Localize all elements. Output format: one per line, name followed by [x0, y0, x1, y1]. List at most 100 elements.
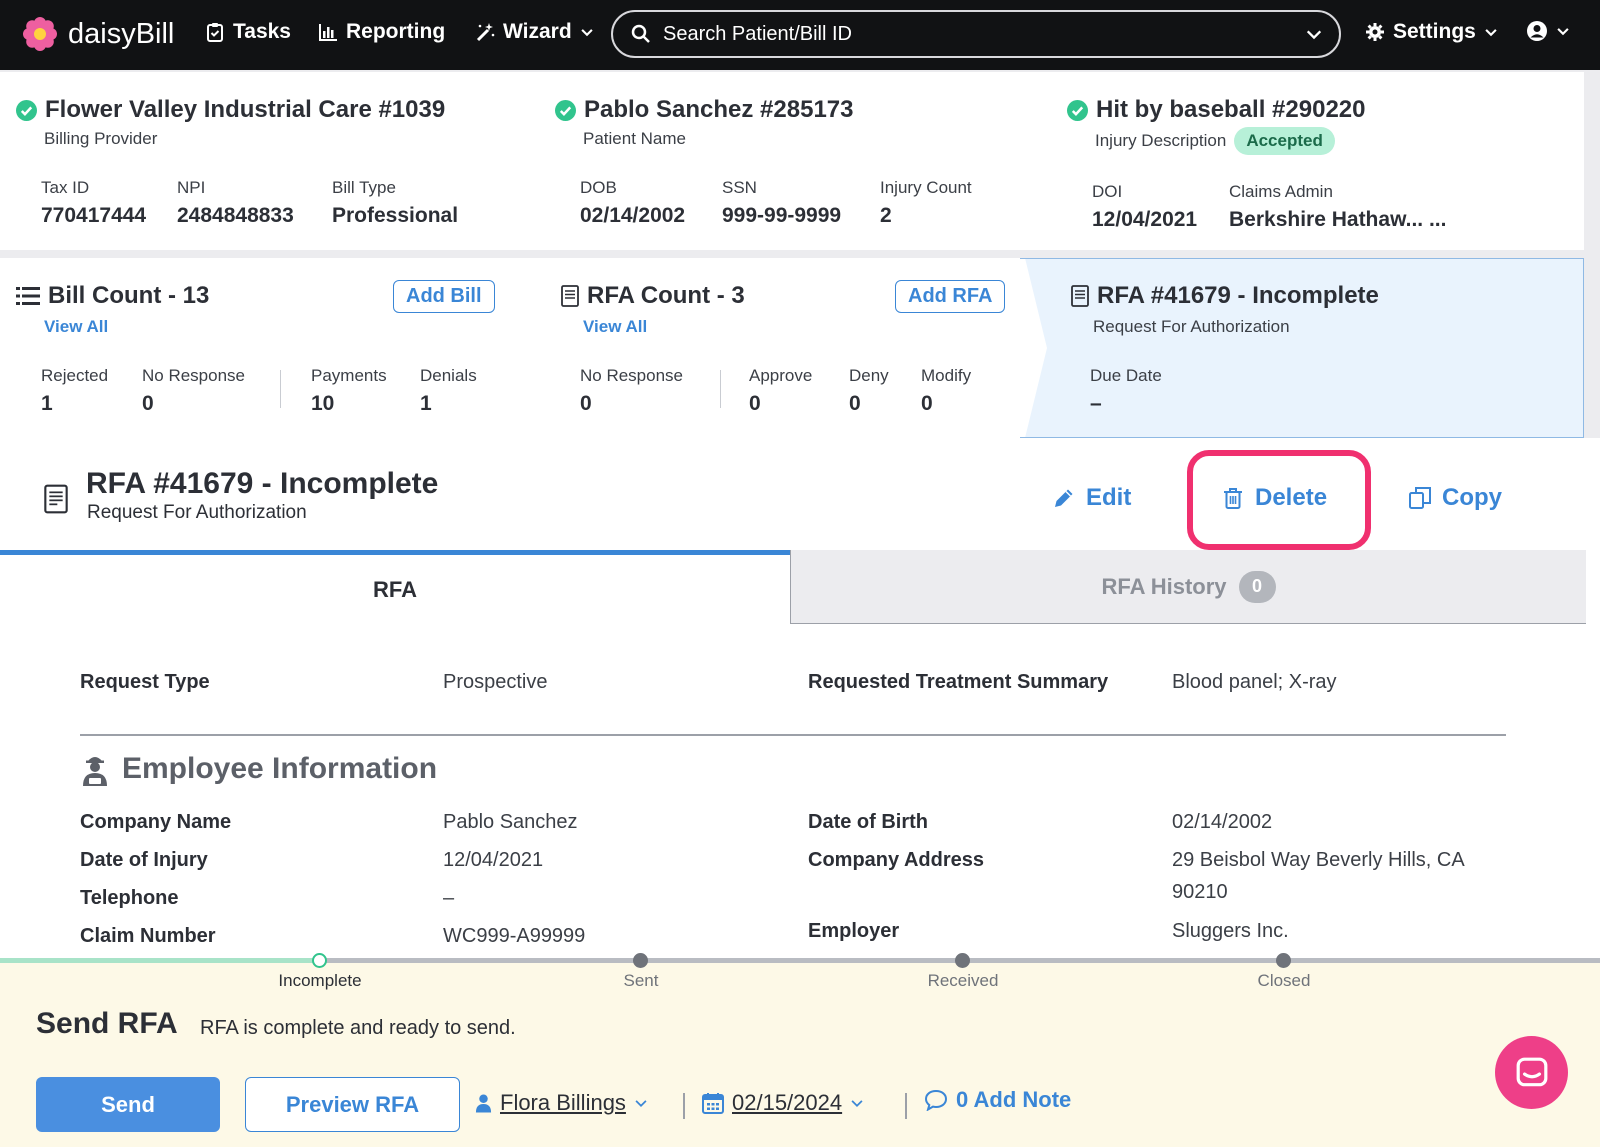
edit-label: Edit	[1086, 484, 1132, 511]
speech-bubble-icon	[924, 1089, 948, 1111]
brand-logo[interactable]: daisyBill	[22, 16, 174, 52]
dob-value: 02/14/2002	[580, 204, 686, 227]
rejected-label: Rejected	[41, 366, 109, 385]
add-bill-button[interactable]: Add Bill	[393, 280, 495, 313]
doi-label: DOI	[1092, 182, 1123, 201]
injury-count-label: Injury Count	[880, 178, 972, 197]
treatment-summary-value: Blood panel; X-ray	[1172, 671, 1337, 693]
nav-wizard[interactable]: Wizard	[475, 20, 594, 44]
modify-label: Modify	[921, 366, 972, 385]
company-address-line1: 29 Beisbol Way Beverly Hills, CA	[1172, 849, 1465, 871]
due-date-value: –	[1090, 392, 1102, 415]
rfa-document-icon	[1071, 285, 1089, 307]
divider	[720, 370, 721, 408]
send-panel	[0, 960, 1600, 1147]
rfa-count-card: RFA Count - 3 Add RFA View All No Respon…	[515, 258, 1055, 438]
user-menu[interactable]	[1526, 20, 1570, 42]
tax-id-label: Tax ID	[41, 178, 90, 197]
add-note-link[interactable]: 0 Add Note	[924, 1087, 1071, 1113]
chevron-down-icon[interactable]	[1305, 25, 1323, 43]
company-name-value: Pablo Sanchez	[443, 811, 578, 833]
assignee-dropdown[interactable]: Flora Billings	[475, 1090, 648, 1116]
tab-rfa[interactable]: RFA	[0, 550, 790, 624]
copy-button[interactable]: Copy	[1408, 484, 1502, 512]
telephone-value: –	[443, 887, 455, 909]
request-type-value: Prospective	[443, 671, 548, 693]
calendar-icon	[702, 1093, 724, 1114]
chevron-down-icon	[851, 1100, 863, 1108]
user-avatar-icon	[1527, 21, 1547, 41]
due-date-label: Due Date	[1090, 366, 1162, 385]
patient-card[interactable]: Pablo Sanchez #285173 Patient Name DOB 0…	[515, 72, 1055, 250]
provider-card[interactable]: Flower Valley Industrial Care #1039 Bill…	[0, 72, 545, 250]
injury-subtitle: Injury Description Accepted	[1095, 127, 1335, 155]
patient-title: Pablo Sanchez #285173	[555, 96, 853, 124]
delete-button[interactable]: Delete	[1221, 484, 1327, 512]
nav-wizard-label: Wizard	[503, 20, 572, 43]
nav-tasks-label: Tasks	[233, 20, 291, 43]
provider-subtitle: Billing Provider	[44, 129, 158, 148]
current-rfa-card[interactable]: RFA #41679 - Incomplete Request For Auth…	[1025, 258, 1584, 438]
check-circle-icon	[555, 100, 576, 121]
nav-tasks[interactable]: Tasks	[205, 20, 291, 44]
tax-id-value: 770417444	[41, 204, 147, 227]
edit-button[interactable]: Edit	[1052, 484, 1131, 512]
bills-view-all-link[interactable]: View All	[44, 317, 108, 337]
top-nav: daisyBill Tasks Reporting Wizard Setting…	[0, 0, 1600, 70]
send-button[interactable]: Send	[36, 1077, 220, 1132]
tab-rfa-history[interactable]: RFA History 0	[790, 550, 1586, 624]
claim-number-label: Claim Number	[80, 925, 216, 947]
daisy-logo-icon	[23, 17, 57, 51]
dob-label: DOB	[580, 178, 617, 197]
rfa-document-icon	[561, 285, 579, 307]
no-response-value: 0	[142, 392, 154, 415]
nav-settings[interactable]: Settings	[1365, 20, 1498, 44]
gear-icon	[1366, 23, 1384, 41]
no-response-label: No Response	[142, 366, 246, 385]
list-icon	[16, 286, 40, 306]
telephone-label: Telephone	[80, 887, 179, 909]
rfa-no-response-label: No Response	[580, 366, 684, 385]
ssn-value: 999-99-9999	[722, 204, 842, 227]
rfas-view-all-link[interactable]: View All	[583, 317, 647, 337]
chat-launcher-button[interactable]	[1495, 1036, 1568, 1109]
chevron-down-icon	[1485, 29, 1497, 37]
chevron-down-icon	[1557, 28, 1569, 36]
patient-subtitle: Patient Name	[583, 129, 686, 148]
payments-label: Payments	[311, 366, 387, 385]
employee-section-label: Employee Information	[122, 752, 438, 785]
copy-icon	[1409, 487, 1431, 509]
provider-title: Flower Valley Industrial Care #1039	[16, 96, 445, 124]
nav-reporting[interactable]: Reporting	[318, 20, 445, 44]
payments-value: 10	[311, 392, 335, 415]
step-incomplete-dot	[312, 953, 327, 968]
search-input[interactable]	[663, 22, 1293, 46]
step-closed-dot	[1276, 953, 1291, 968]
claim-number-value: WC999-A99999	[443, 925, 586, 947]
injury-card[interactable]: Hit by baseball #290220 Injury Descripti…	[1025, 72, 1584, 250]
injury-subtitle-text: Injury Description	[1095, 131, 1227, 150]
date-of-birth-value: 02/14/2002	[1172, 811, 1273, 833]
current-rfa-subtitle: Request For Authorization	[1093, 317, 1290, 336]
clipboard-check-icon	[207, 23, 223, 42]
npi-value: 2484848833	[177, 204, 294, 227]
section-divider	[80, 734, 1506, 736]
patient-search[interactable]	[611, 10, 1341, 58]
claims-admin-value: Berkshire Hathaw... ...	[1229, 208, 1447, 231]
chat-icon	[1516, 1057, 1547, 1086]
approve-label: Approve	[749, 366, 813, 385]
add-rfa-button[interactable]: Add RFA	[895, 280, 1005, 313]
tab-rfa-history-label: RFA History	[1101, 573, 1227, 599]
chevron-down-icon	[581, 29, 593, 37]
doi-value: 12/04/2021	[1092, 208, 1198, 231]
injury-title: Hit by baseball #290220	[1067, 96, 1365, 124]
chevron-down-icon	[635, 1100, 647, 1108]
preview-rfa-button[interactable]: Preview RFA	[245, 1077, 460, 1132]
step-incomplete-label: Incomplete	[278, 971, 362, 990]
tab-rfa-label: RFA	[373, 576, 417, 602]
nav-settings-label: Settings	[1393, 20, 1476, 43]
brand-name: daisyBill	[68, 17, 175, 50]
page-title: RFA #41679 - Incomplete	[86, 467, 439, 500]
date-picker[interactable]: 02/15/2024	[702, 1090, 864, 1116]
denials-value: 1	[420, 392, 432, 415]
